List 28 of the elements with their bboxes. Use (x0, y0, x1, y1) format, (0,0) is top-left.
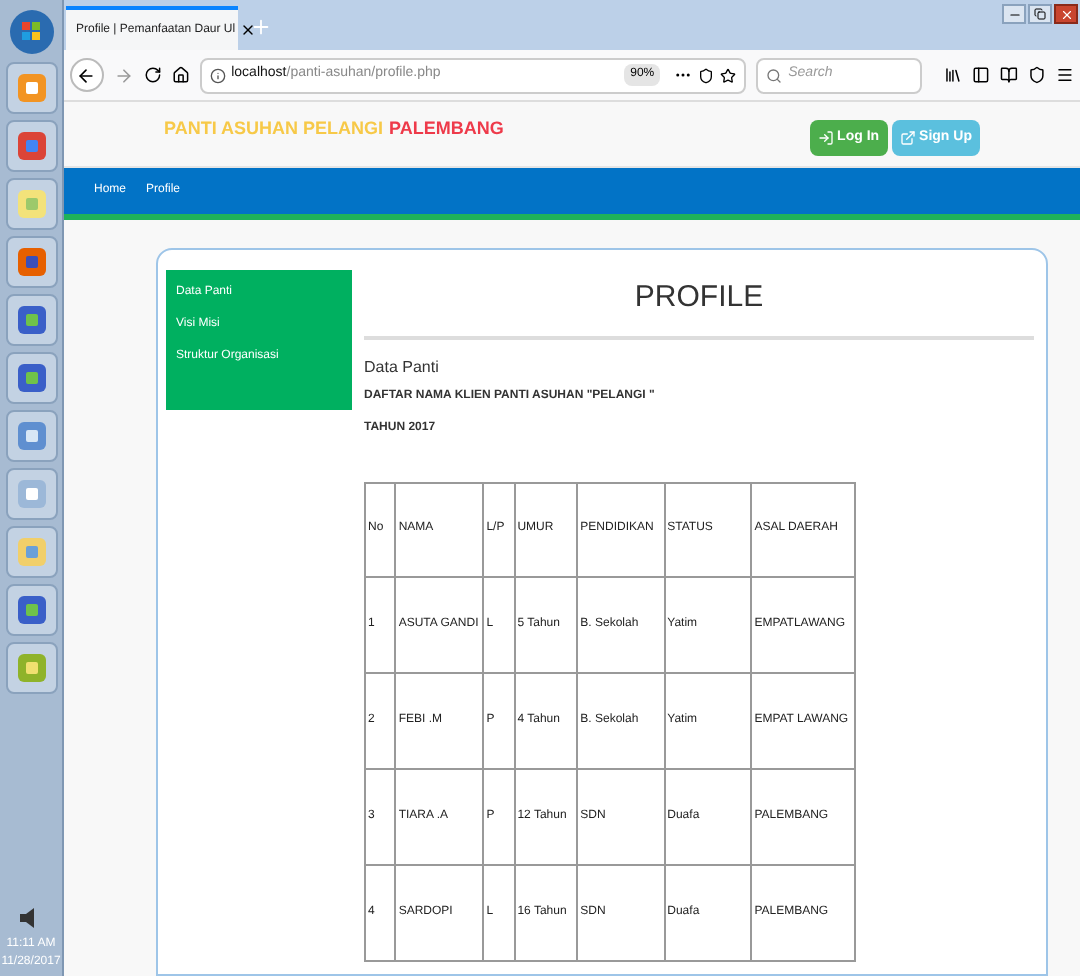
library-icon[interactable] (944, 66, 963, 84)
page-title: PROFILE (634, 278, 764, 318)
restore-button[interactable] (1028, 4, 1052, 24)
search-icon (766, 67, 783, 83)
close-icon[interactable] (239, 22, 256, 38)
close-window-button[interactable] (1054, 4, 1078, 24)
shield-icon[interactable] (698, 67, 715, 83)
shield-icon[interactable] (1028, 66, 1047, 84)
close-icon (1059, 7, 1073, 21)
sidebar-icon[interactable] (972, 66, 991, 84)
reader-icon[interactable] (1000, 66, 1019, 84)
site-brand: PANTI ASUHAN PELANGI (164, 116, 384, 142)
back-arrow-icon (76, 65, 97, 85)
start-button-icon[interactable] (7, 8, 55, 56)
reload-icon[interactable] (143, 66, 162, 84)
site-brand-city: PALEMBANG (389, 116, 504, 142)
login-icon (817, 130, 834, 146)
external-link-icon (899, 130, 916, 146)
minimize-button[interactable] (1002, 4, 1026, 24)
star-icon[interactable] (720, 67, 737, 83)
info-icon[interactable] (209, 67, 226, 83)
restore-icon (1034, 8, 1046, 20)
back-button[interactable] (70, 58, 104, 92)
home-icon[interactable] (171, 66, 190, 84)
forward-icon[interactable] (113, 65, 134, 85)
new-tab-icon[interactable] (250, 16, 272, 38)
section-title: Data Panti (364, 355, 441, 379)
menu-icon[interactable] (1056, 66, 1075, 84)
